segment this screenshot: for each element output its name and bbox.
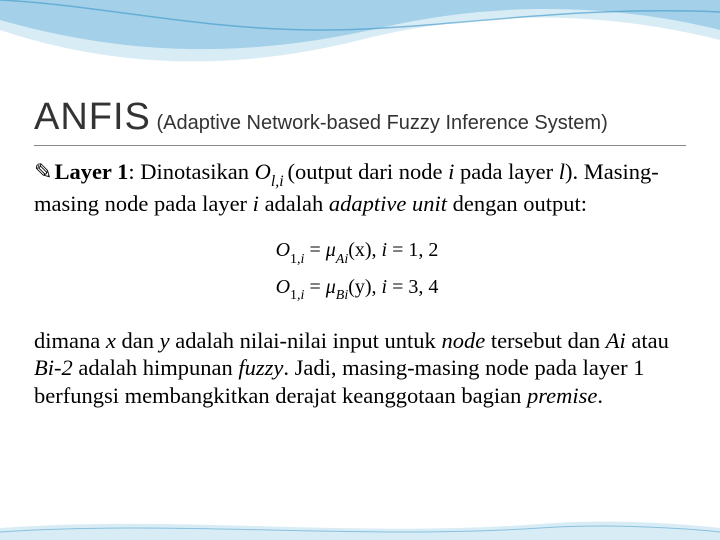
text: pada layer (454, 159, 558, 184)
text: adalah (259, 191, 329, 216)
var-y: y (160, 328, 170, 353)
text: dengan output: (447, 191, 587, 216)
decorative-wave-top (0, 0, 720, 80)
var-x: x (106, 328, 116, 353)
eq-arg: (y), (348, 276, 381, 298)
text: tersebut dan (485, 328, 606, 353)
eq-sub: 1, (290, 288, 301, 303)
paragraph-layer1: ✎Layer 1: Dinotasikan Ol,i (output dari … (34, 158, 680, 217)
title-subtitle: (Adaptive Network-based Fuzzy Inference … (151, 112, 608, 134)
text: : Dinotasikan (128, 159, 254, 184)
text: adalah himpunan (73, 355, 239, 380)
eq-mu: μ (326, 239, 336, 261)
title-row: ANFIS (Adaptive Network-based Fuzzy Infe… (34, 96, 686, 146)
eq-sub: 1, (290, 252, 301, 267)
sub-li: l,i (271, 173, 288, 190)
eq-sub-i: i (301, 252, 305, 267)
decorative-wave-bottom (0, 510, 720, 540)
eq-eq: = (304, 239, 325, 261)
text: (output dari node (288, 159, 449, 184)
var-Ai: Ai (606, 328, 626, 353)
text: dan (116, 328, 160, 353)
bullet-icon: ✎ (34, 159, 52, 186)
term-fuzzy: fuzzy (238, 355, 283, 380)
slide: ANFIS (Adaptive Network-based Fuzzy Infe… (0, 0, 720, 540)
equation-row-2: O1,i = μBi(y), i = 3, 4 (34, 270, 680, 307)
title-main: ANFIS (34, 96, 151, 138)
eq-eq: = (304, 276, 325, 298)
term-node: node (441, 328, 485, 353)
eq-mu: μ (326, 276, 336, 298)
content-body: ✎Layer 1: Dinotasikan Ol,i (output dari … (34, 158, 680, 409)
eq-arg: (x), (348, 239, 381, 261)
paragraph-explanation: dimana x dan y adalah nilai-nilai input … (34, 327, 680, 409)
eq-O: O (276, 276, 290, 298)
eq-sub-Bi: Bi (336, 288, 348, 303)
eq-range: = 3, 4 (387, 276, 438, 298)
eq-sub-i: i (301, 288, 305, 303)
eq-range: = 1, 2 (387, 239, 438, 261)
var-O: O (255, 159, 271, 184)
label-layer1: Layer 1 (54, 159, 128, 184)
text: atau (626, 328, 669, 353)
text: . (597, 383, 603, 408)
term-adaptive-unit: adaptive unit (329, 191, 447, 216)
eq-O: O (276, 239, 290, 261)
var-Bi2: Bi-2 (34, 355, 73, 380)
equation-block: O1,i = μAi(x), i = 1, 2 O1,i = μBi(y), i… (34, 233, 680, 307)
equation-row-1: O1,i = μAi(x), i = 1, 2 (34, 233, 680, 270)
term-premise: premise (527, 383, 597, 408)
eq-sub-Ai: Ai (336, 252, 348, 267)
text: dimana (34, 328, 106, 353)
text: adalah nilai-nilai input untuk (170, 328, 442, 353)
